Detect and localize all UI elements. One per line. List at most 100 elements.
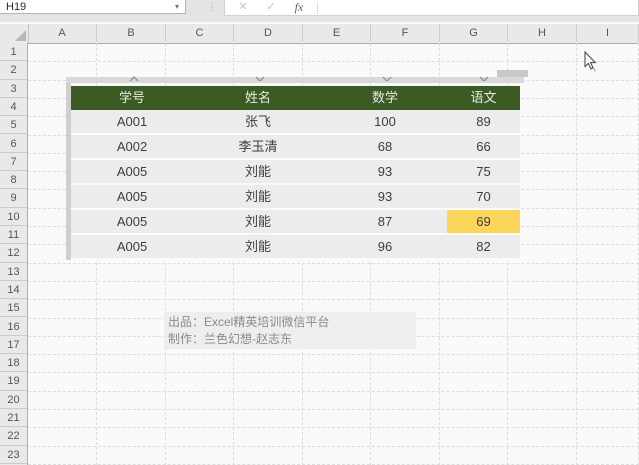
cell-id[interactable]: A005: [71, 235, 193, 258]
column-header-c[interactable]: C: [166, 24, 234, 42]
excel-window: H19 ▾ ⋮ ✕ ✓ fx ABCDEFGHI 1 2 3 4 5 6 7 8 9 10 11 12…: [0, 0, 639, 465]
cell-chinese[interactable]: 66: [447, 135, 520, 158]
gridline-horizontal: [28, 427, 639, 429]
credits-block: 出品：Excel精英培训微信平台 制作：兰色幻想-赵志东: [164, 312, 416, 349]
row-header-22[interactable]: 22: [0, 427, 27, 446]
formula-bar-strip: H19 ▾ ⋮ ✕ ✓ fx: [0, 0, 639, 22]
gridline-horizontal: [28, 409, 639, 410]
filter-arrow-remnant-icon: [129, 76, 139, 81]
gridline-horizontal: [28, 390, 639, 392]
table-header-row: 学号 姓名 数学 语文: [71, 86, 520, 110]
row-header-4[interactable]: 4: [0, 98, 27, 117]
cell-math[interactable]: 93: [323, 185, 447, 208]
name-box-value: H19: [6, 1, 27, 13]
column-header-i[interactable]: I: [577, 24, 639, 42]
filter-arrow-remnant-icon: [255, 76, 265, 81]
row-header-6[interactable]: 6: [0, 135, 27, 153]
gridline-vertical: [576, 43, 577, 465]
select-all-corner[interactable]: [0, 24, 29, 43]
row-header-14[interactable]: 14: [0, 281, 27, 300]
table-header-chinese: 语文: [470, 90, 497, 105]
table-row[interactable]: A002 李玉清 68 66: [71, 135, 520, 160]
cell-id[interactable]: A002: [71, 135, 193, 158]
column-header-b[interactable]: B: [97, 24, 166, 42]
row-header-21[interactable]: 21: [0, 409, 27, 428]
cell-id[interactable]: A001: [71, 110, 193, 133]
mouse-cursor-icon: [584, 51, 597, 72]
row-header-17[interactable]: 17: [0, 336, 27, 355]
filter-arrow-remnant-icon: [382, 76, 392, 81]
cell-name[interactable]: 刘能: [193, 160, 323, 183]
table-row[interactable]: A001 张飞 100 89: [71, 110, 520, 135]
column-header-a[interactable]: A: [28, 24, 97, 42]
cell-math[interactable]: 93: [323, 160, 447, 183]
cell-name[interactable]: 张飞: [193, 110, 323, 133]
row-header-7[interactable]: 7: [0, 153, 27, 172]
credits-line-2: 制作：兰色幻想-赵志东: [168, 332, 292, 346]
cell-math[interactable]: 96: [323, 235, 447, 258]
row-header-5[interactable]: 5: [0, 116, 27, 135]
row-header-20[interactable]: 20: [0, 391, 27, 409]
formula-bar[interactable]: ✕ ✓ fx: [224, 0, 639, 16]
row-header-8[interactable]: 8: [0, 171, 27, 190]
cell-math[interactable]: 68: [323, 135, 447, 158]
row-header-19[interactable]: 19: [0, 372, 27, 391]
row-header-2[interactable]: 2: [0, 61, 27, 80]
column-header-e[interactable]: E: [303, 24, 371, 42]
cell-id[interactable]: A005: [71, 160, 193, 183]
cancel-icon[interactable]: ✕: [233, 0, 253, 16]
student-score-table: 学号 姓名 数学 语文 A001 张飞 100 89 A002 李玉清 68 6…: [71, 86, 520, 260]
scrollbar-nub: [497, 70, 528, 77]
gridline-horizontal: [28, 280, 639, 282]
cell-chinese[interactable]: 82: [447, 235, 520, 258]
name-box[interactable]: H19 ▾: [0, 0, 186, 14]
row-header-1[interactable]: 1: [0, 43, 27, 62]
cell-chinese[interactable]: 89: [447, 110, 520, 133]
column-header-h[interactable]: H: [508, 24, 577, 42]
row-header-13[interactable]: 13: [0, 263, 27, 281]
gridline-horizontal: [28, 61, 639, 63]
row-header-9[interactable]: 9: [0, 189, 27, 208]
column-header-row: ABCDEFGHI: [0, 24, 639, 44]
row-header-15[interactable]: 15: [0, 299, 27, 318]
cell-id[interactable]: A005: [71, 210, 193, 233]
gridline-horizontal: [28, 445, 639, 447]
table-row[interactable]: A005 刘能 87 69: [71, 210, 520, 235]
column-header-f[interactable]: F: [371, 24, 440, 42]
table-row[interactable]: A005 刘能 93 70: [71, 185, 520, 210]
gridline-horizontal: [28, 299, 639, 301]
cell-chinese[interactable]: 75: [447, 160, 520, 183]
row-header-11[interactable]: 11: [0, 226, 27, 245]
cell-chinese-highlighted[interactable]: 69: [447, 210, 520, 233]
table-row[interactable]: A005 刘能 93 75: [71, 160, 520, 185]
table-header-name: 姓名: [244, 90, 271, 105]
insert-function-icon[interactable]: fx: [289, 0, 309, 16]
column-header-g[interactable]: G: [440, 24, 508, 42]
cell-chinese[interactable]: 70: [447, 185, 520, 208]
row-header-3[interactable]: 3: [0, 80, 27, 98]
cell-name[interactable]: 刘能: [193, 235, 323, 258]
formula-bar-divider: [317, 2, 318, 14]
row-header-16[interactable]: 16: [0, 318, 27, 336]
table-header-id: 学号: [118, 90, 145, 105]
cell-math[interactable]: 100: [323, 110, 447, 133]
cell-id[interactable]: A005: [71, 185, 193, 208]
table-row[interactable]: A005 刘能 96 82: [71, 235, 520, 260]
cell-name[interactable]: 刘能: [193, 185, 323, 208]
separator-dots-icon: ⋮: [207, 2, 217, 13]
column-header-d[interactable]: D: [234, 24, 303, 42]
select-all-triangle-icon: [15, 30, 26, 41]
row-header-23[interactable]: 23: [0, 446, 27, 464]
enter-icon[interactable]: ✓: [261, 0, 281, 16]
gridline-horizontal: [28, 372, 639, 374]
gridline-horizontal: [28, 354, 639, 356]
cell-name[interactable]: 李玉清: [193, 135, 323, 158]
row-header-18[interactable]: 18: [0, 354, 27, 373]
credits-line-1: 出品：Excel精英培训微信平台: [168, 315, 330, 329]
table-header-math: 数学: [371, 90, 398, 105]
cell-math[interactable]: 87: [323, 210, 447, 233]
chevron-down-icon[interactable]: ▾: [175, 0, 179, 13]
row-header-12[interactable]: 12: [0, 244, 27, 263]
row-header-10[interactable]: 10: [0, 208, 27, 226]
cell-name[interactable]: 刘能: [193, 210, 323, 233]
